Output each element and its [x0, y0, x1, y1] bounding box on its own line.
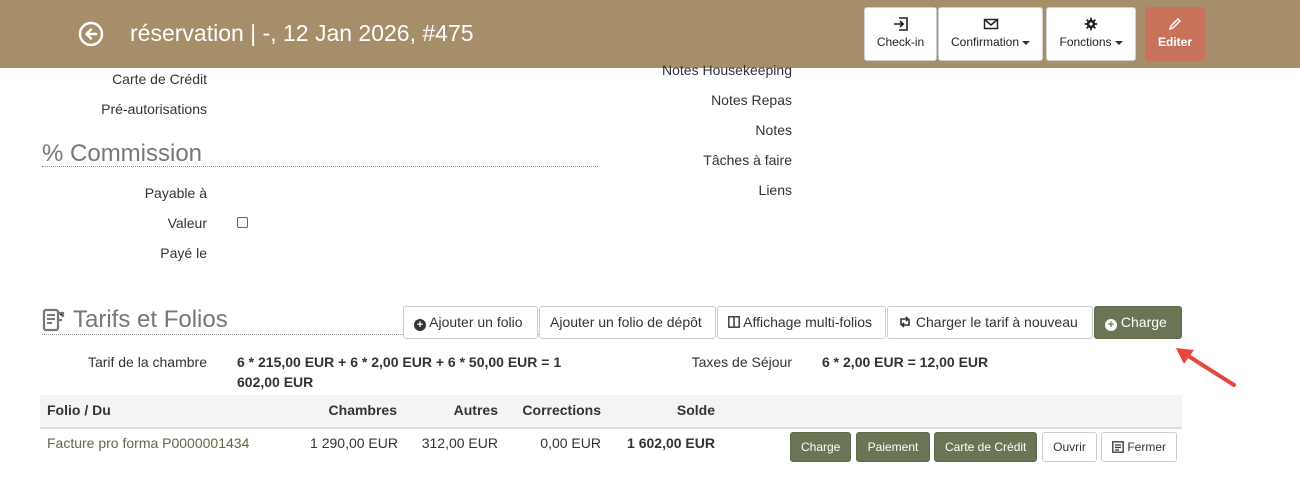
add-folio-button[interactable]: + Ajouter un folio: [403, 306, 538, 339]
col-folio-header: Folio / Du: [47, 402, 111, 418]
col-autres-header: Autres: [453, 402, 498, 418]
list-icon: [1112, 441, 1124, 453]
taches-label: Tâches à faire: [703, 152, 792, 168]
add-deposit-folio-button[interactable]: Ajouter un folio de dépôt: [539, 306, 716, 339]
col-corrections-header: Corrections: [522, 402, 601, 418]
row-paiement-button[interactable]: Paiement: [856, 432, 930, 462]
row-fermer-button[interactable]: Fermer: [1101, 432, 1177, 462]
credit-card-label: Carte de Crédit: [112, 71, 207, 87]
edit-button[interactable]: Editer: [1145, 7, 1205, 61]
add-deposit-label: Ajouter un folio de dépôt: [550, 314, 702, 330]
folio-link[interactable]: Facture pro forma P0000001434: [47, 435, 249, 451]
sign-in-icon: [893, 17, 908, 31]
checkin-button[interactable]: Check-in: [864, 7, 937, 61]
gear-icon: [1084, 17, 1098, 31]
retweet-icon: [900, 316, 910, 328]
preauth-label: Pré-autorisations: [101, 101, 207, 117]
room-rate-value-line1: 6 * 215,00 EUR + 6 * 2,00 EUR + 6 * 50,0…: [237, 354, 562, 370]
multi-folio-label: Affichage multi-folios: [743, 314, 873, 330]
payable-label: Payable à: [144, 185, 207, 201]
multi-folio-button[interactable]: Affichage multi-folios: [717, 306, 886, 339]
recharge-rate-button[interactable]: Charger le tarif à nouveau: [887, 306, 1093, 339]
add-folio-label: Ajouter un folio: [429, 314, 523, 330]
edit-label: Editer: [1157, 35, 1192, 49]
tax-value: 6 * 2,00 EUR = 12,00 EUR: [822, 354, 989, 370]
charge-label: Charge: [1120, 314, 1167, 330]
top-bar: réservation | -, 12 Jan 2026, #475 Check…: [0, 0, 1300, 68]
row-ouvrir-button[interactable]: Ouvrir: [1042, 432, 1097, 462]
solde-value: 1 602,00 EUR: [627, 435, 715, 451]
checkin-label: Check-in: [876, 35, 925, 49]
notes-housekeeping-label: Notes Housekeeping: [662, 62, 792, 78]
row-credit-card-button[interactable]: Carte de Crédit: [934, 432, 1037, 462]
corrections-value: 0,00 EUR: [540, 435, 601, 451]
paye-le-label: Payé le: [160, 245, 207, 261]
tarifs-heading: Tarifs et Folios: [73, 306, 228, 333]
recharge-rate-label: Charger le tarif à nouveau: [915, 314, 1078, 330]
row-charge-button[interactable]: Charge: [790, 432, 851, 462]
columns-icon: [728, 316, 740, 328]
plus-circle-icon: +: [1105, 319, 1117, 331]
envelope-icon: [983, 18, 998, 30]
valeur-label: Valeur: [167, 215, 207, 231]
folio-icon: [42, 308, 65, 332]
chevron-down-icon: [1114, 40, 1123, 45]
page-title: réservation | -, 12 Jan 2026, #475: [130, 20, 474, 46]
notes-repas-label: Notes Repas: [711, 92, 792, 108]
room-rate-label: Tarif de la chambre: [87, 354, 207, 370]
fonctions-button[interactable]: Fonctions: [1046, 7, 1136, 61]
notes-label: Notes: [755, 122, 792, 138]
pencil-icon: [1168, 17, 1182, 31]
valeur-checkbox[interactable]: [237, 217, 248, 228]
fermer-label: Fermer: [1127, 440, 1167, 454]
plus-circle-icon: +: [414, 319, 426, 331]
back-arrow-icon[interactable]: [78, 21, 104, 47]
room-rate-value-line2: 602,00 EUR: [237, 374, 314, 390]
chevron-down-icon: [1022, 40, 1031, 45]
col-chambres-header: Chambres: [328, 402, 397, 418]
fonctions-label: Fonctions: [1059, 35, 1112, 49]
col-solde-header: Solde: [676, 402, 715, 418]
autres-value: 312,00 EUR: [421, 435, 498, 451]
confirmation-button[interactable]: Confirmation: [938, 7, 1043, 61]
confirmation-label: Confirmation: [950, 35, 1020, 49]
chambres-value: 1 290,00 EUR: [310, 435, 398, 451]
annotation-arrow-icon: [1176, 348, 1236, 387]
commission-heading: % Commission: [42, 140, 598, 167]
charge-button[interactable]: + Charge: [1094, 306, 1182, 339]
liens-label: Liens: [758, 182, 792, 198]
tax-label: Taxes de Séjour: [691, 354, 792, 370]
